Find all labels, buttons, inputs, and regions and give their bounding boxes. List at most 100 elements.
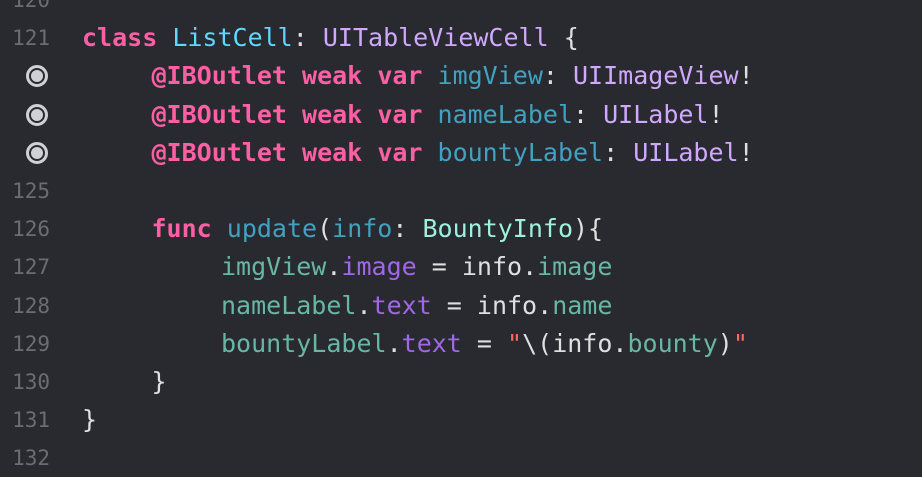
code-line[interactable]: 129 bountyLabel.text = "\(info.bounty)": [0, 325, 922, 363]
breakpoint-icon[interactable]: [26, 103, 48, 126]
line-number[interactable]: 128: [0, 287, 50, 325]
code-token: UILabel: [633, 137, 739, 167]
line-number[interactable]: 120: [0, 0, 50, 19]
code-token: ): [717, 328, 733, 358]
code-token: UILabel: [603, 99, 709, 129]
code-token: BountyInfo: [422, 214, 573, 244]
code-text[interactable]: class ListCell: UITableViewCell {: [82, 19, 579, 57]
line-number[interactable]: 130: [0, 363, 50, 401]
code-token: .: [326, 252, 342, 282]
code-token: info: [461, 252, 523, 282]
code-token: .: [612, 328, 628, 358]
code-token: ": [732, 328, 748, 358]
code-text[interactable]: func update(info: BountyInfo){: [152, 210, 604, 248]
code-token: var: [377, 99, 423, 129]
code-token: image: [537, 252, 613, 282]
code-token: bountyLabel: [437, 137, 604, 167]
line-number[interactable]: 129: [0, 325, 50, 363]
code-line[interactable]: 127 imgView.image = info.image: [0, 248, 922, 286]
code-token: UITableViewCell: [322, 23, 549, 53]
code-token: !: [738, 61, 754, 91]
line-number[interactable]: 131: [0, 401, 50, 439]
code-token: name: [552, 290, 613, 320]
code-token: !: [738, 137, 754, 167]
code-token: =: [461, 328, 508, 358]
code-token: :: [392, 214, 423, 244]
line-number[interactable]: 126: [0, 210, 50, 248]
line-number[interactable]: 127: [0, 248, 50, 286]
code-text[interactable]: }: [82, 401, 97, 439]
code-token: :: [292, 23, 323, 53]
code-text[interactable]: bountyLabel.text = "\(info.bounty)": [221, 325, 748, 363]
code-token: ){: [573, 214, 604, 244]
code-text[interactable]: @IBOutlet weak var nameLabel: UILabel!: [152, 96, 724, 134]
code-text[interactable]: nameLabel.text = info.name: [221, 287, 612, 325]
code-token: bountyLabel: [221, 328, 387, 358]
code-token: image: [341, 252, 417, 282]
code-text[interactable]: @IBOutlet weak var bountyLabel: UILabel!: [152, 134, 754, 172]
code-token: }: [82, 405, 98, 435]
code-token: ": [507, 328, 523, 358]
code-token: weak: [302, 61, 363, 91]
code-line[interactable]: 128 nameLabel.text = info.name: [0, 287, 922, 325]
line-number[interactable]: 125: [0, 172, 50, 210]
code-token: !: [708, 99, 724, 129]
code-text[interactable]: @IBOutlet weak var imgView: UIImageView!: [152, 57, 754, 95]
code-token: {: [548, 23, 579, 53]
code-line[interactable]: 132: [0, 439, 922, 477]
code-token: weak: [302, 137, 363, 167]
code-token: var: [377, 137, 423, 167]
code-line[interactable]: 121 class ListCell: UITableViewCell {: [0, 19, 922, 57]
breakpoint-icon[interactable]: [26, 141, 48, 164]
code-token: bounty: [627, 328, 718, 358]
code-token: .: [356, 290, 372, 320]
code-text[interactable]: imgView.image = info.image: [221, 248, 612, 286]
code-token: var: [377, 61, 423, 91]
code-token: .: [522, 252, 538, 282]
code-token: :: [542, 61, 573, 91]
code-line[interactable]: 125: [0, 172, 922, 210]
code-token: info: [552, 328, 613, 358]
code-token: @IBOutlet: [151, 61, 287, 91]
code-token: weak: [302, 99, 363, 129]
code-line[interactable]: 131}: [0, 401, 922, 439]
code-line[interactable]: @IBOutlet weak var bountyLabel: UILabel!: [0, 134, 922, 172]
code-token: =: [416, 252, 462, 282]
code-line[interactable]: 120: [0, 0, 922, 19]
code-text[interactable]: }: [152, 363, 167, 401]
line-number[interactable]: 132: [0, 439, 50, 477]
line-number[interactable]: 121: [0, 19, 50, 57]
code-token: nameLabel: [221, 290, 357, 320]
code-line[interactable]: @IBOutlet weak var nameLabel: UILabel!: [0, 96, 922, 134]
code-line[interactable]: 126 func update(info: BountyInfo){: [0, 210, 922, 248]
code-token: class: [82, 23, 158, 53]
code-token: update: [226, 214, 318, 244]
code-line[interactable]: 130}: [0, 363, 922, 401]
code-token: :: [573, 99, 604, 129]
code-token: info: [476, 290, 538, 320]
code-token: nameLabel: [437, 99, 573, 129]
code-token: .: [386, 328, 402, 358]
code-token: UIImageView: [573, 61, 739, 91]
code-token: imgView: [437, 61, 543, 91]
code-line[interactable]: @IBOutlet weak var imgView: UIImageView!: [0, 57, 922, 95]
code-token: (: [317, 214, 333, 244]
breakpoint-icon[interactable]: [26, 65, 48, 88]
code-token: func: [151, 214, 212, 244]
code-token: \(: [522, 328, 553, 358]
code-token: :: [603, 137, 634, 167]
code-token: }: [151, 367, 167, 396]
code-token: text: [401, 328, 462, 358]
code-editor[interactable]: 120 121 class ListCell: UITableViewCell {@…: [0, 0, 922, 470]
